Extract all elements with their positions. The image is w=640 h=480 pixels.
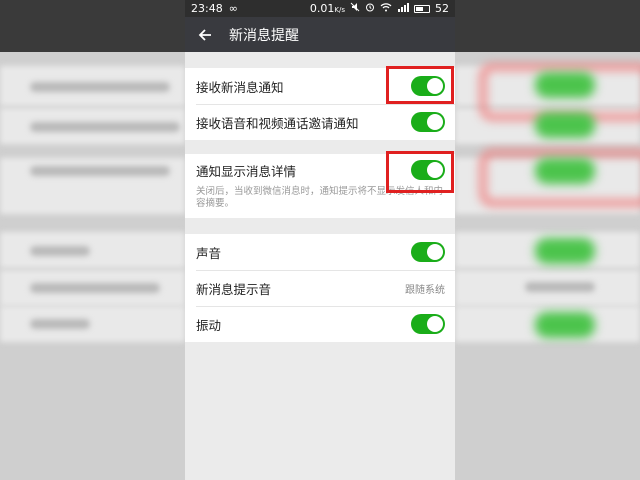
toggle-show-message-details[interactable] [411, 160, 445, 180]
battery-icon [414, 4, 430, 13]
settings-group-notifications: 接收新消息通知 接收语音和视频通话邀请通知 [185, 68, 455, 140]
blurred-background-right [455, 0, 640, 480]
toggle-vibrate[interactable] [411, 314, 445, 334]
title-bar: 新消息提醒 [185, 17, 455, 52]
setting-row-show-message-details[interactable]: 通知显示消息详情 [185, 154, 455, 186]
toggle-receive-new-messages[interactable] [411, 76, 445, 96]
status-bar: 23:48 ∞ 0.01K/s 52 [185, 0, 455, 17]
setting-row-sound[interactable]: 声音 [185, 234, 455, 270]
back-arrow-icon[interactable] [195, 25, 215, 45]
setting-label: 声音 [196, 245, 222, 261]
settings-group-sound: 声音 新消息提示音 跟随系统 振动 [185, 234, 455, 342]
alarm-icon [365, 2, 375, 15]
wifi-icon [380, 2, 392, 15]
setting-row-vibrate[interactable]: 振动 [185, 306, 455, 342]
setting-label: 接收新消息通知 [196, 79, 284, 95]
network-speed: 0.01K/s [309, 2, 345, 15]
toggle-sound[interactable] [411, 242, 445, 262]
toggle-call-invitations[interactable] [411, 112, 445, 132]
setting-row-receive-new-messages[interactable]: 接收新消息通知 [185, 68, 455, 104]
setting-label: 接收语音和视频通话邀请通知 [196, 115, 359, 131]
infinity-icon: ∞ [228, 2, 238, 15]
status-time: 23:48 [191, 2, 223, 15]
setting-label: 新消息提示音 [196, 281, 272, 297]
setting-description: 关闭后，当收到微信消息时，通知提示将不显示发信人和内容摘要。 [196, 186, 444, 209]
setting-row-call-invitations[interactable]: 接收语音和视频通话邀请通知 [185, 104, 455, 140]
mute-icon [350, 2, 360, 15]
setting-value: 跟随系统 [405, 284, 445, 296]
signal-icon [397, 2, 409, 15]
phone-screen: 23:48 ∞ 0.01K/s 52 新消息提醒 接收新消息通知 接收语音和视频… [185, 0, 455, 480]
setting-label: 通知显示消息详情 [196, 163, 297, 179]
setting-row-notification-tone[interactable]: 新消息提示音 跟随系统 [185, 270, 455, 306]
settings-group-details: 通知显示消息详情 关闭后，当收到微信消息时，通知提示将不显示发信人和内容摘要。 [185, 154, 455, 218]
page-title: 新消息提醒 [229, 27, 299, 44]
battery-level: 52 [435, 2, 449, 15]
setting-label: 振动 [196, 317, 222, 333]
blurred-background-left [0, 0, 185, 480]
